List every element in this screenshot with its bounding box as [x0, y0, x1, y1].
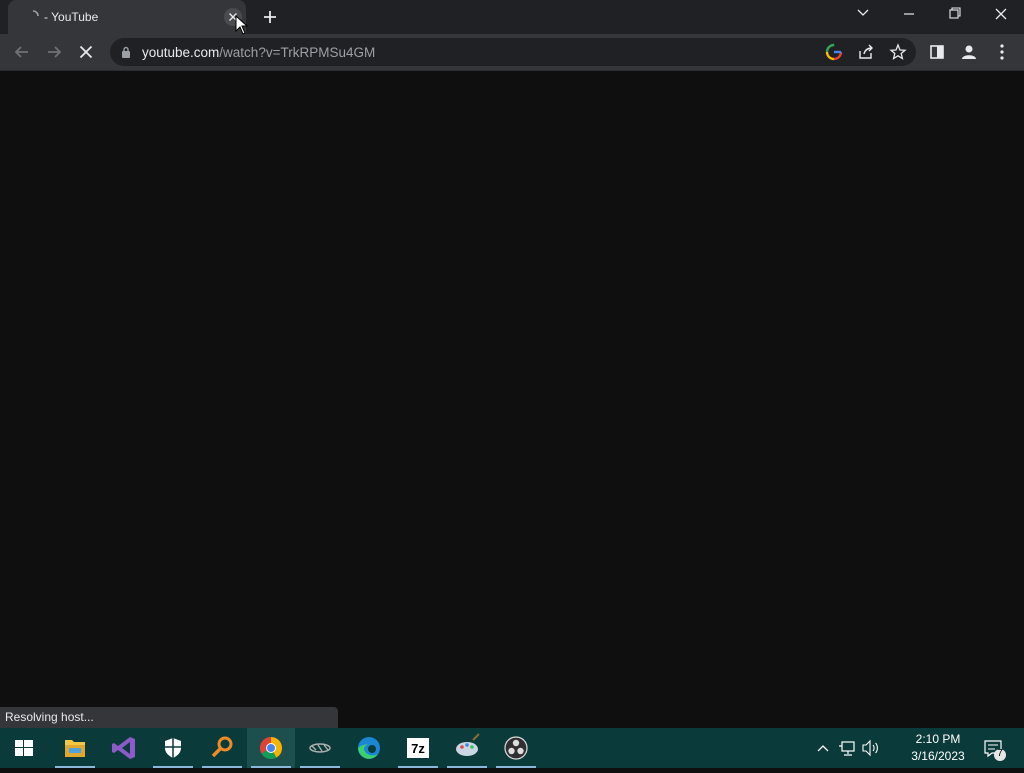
- visual-studio-icon: [112, 737, 135, 759]
- google-lens-icon[interactable]: [824, 42, 844, 62]
- url-host: youtube.com: [142, 45, 220, 60]
- page-content: [0, 71, 1024, 728]
- tab-youtube[interactable]: - YouTube: [8, 0, 246, 34]
- clock[interactable]: 2:10 PM 3/16/2023: [902, 731, 974, 765]
- taskbar-media-app[interactable]: [296, 728, 344, 768]
- url-path: /watch?v=TrkRPMSu4GM: [219, 45, 376, 60]
- notification-count-badge: 7: [997, 748, 1003, 759]
- restore-button[interactable]: [932, 0, 978, 30]
- back-button[interactable]: [11, 41, 33, 63]
- url-text[interactable]: youtube.com/watch?v=TrkRPMSu4GM: [142, 45, 375, 60]
- taskbar-security[interactable]: [149, 728, 197, 768]
- 7zip-icon: 7z: [407, 738, 429, 758]
- notifications-icon: [984, 740, 1006, 761]
- show-hidden-icons-chevron-icon[interactable]: [812, 728, 834, 768]
- taskbar-edge[interactable]: [345, 728, 393, 768]
- action-center-button[interactable]: 7: [980, 728, 1010, 768]
- taskbar-file-explorer[interactable]: [51, 728, 99, 768]
- clock-date: 3/16/2023: [911, 749, 965, 763]
- stop-loading-button[interactable]: [75, 41, 97, 63]
- taskbar-chrome[interactable]: [247, 728, 295, 768]
- windows-logo-icon: [15, 740, 33, 756]
- obs-icon: [504, 736, 528, 760]
- taskbar-search-tool[interactable]: [198, 728, 246, 768]
- volume-icon[interactable]: [859, 728, 881, 768]
- svg-text:7z: 7z: [411, 741, 425, 756]
- side-panel-button[interactable]: [926, 41, 948, 63]
- folder-icon: [65, 740, 85, 757]
- minimize-button[interactable]: [886, 0, 932, 30]
- tab-search-button[interactable]: [840, 0, 886, 30]
- profile-avatar-icon[interactable]: [958, 41, 980, 63]
- network-icon[interactable]: [836, 728, 858, 768]
- chrome-icon: [260, 737, 282, 759]
- status-bubble: Resolving host...: [0, 707, 338, 728]
- taskbar-paint-app[interactable]: [443, 728, 491, 768]
- address-bar[interactable]: youtube.com/watch?v=TrkRPMSu4GM: [110, 38, 916, 66]
- share-icon[interactable]: [856, 42, 876, 62]
- forward-button[interactable]: [43, 41, 65, 63]
- magnifier-icon: [211, 736, 233, 758]
- lock-icon[interactable]: [121, 46, 131, 58]
- tab-title: - YouTube: [44, 10, 99, 24]
- start-button[interactable]: [0, 728, 48, 768]
- menu-kebab-icon[interactable]: [991, 41, 1013, 63]
- browser-toolbar: youtube.com/watch?v=TrkRPMSu4GM: [0, 34, 1024, 71]
- taskbar-7zip[interactable]: 7z: [394, 728, 442, 768]
- loading-favicon-icon: [32, 10, 39, 17]
- windows-taskbar: 7z 2:10 PM 3/16/2023 7: [0, 728, 1024, 768]
- clock-time: 2:10 PM: [915, 732, 961, 746]
- new-tab-button[interactable]: [259, 6, 281, 28]
- mouse-cursor-icon: [235, 15, 249, 35]
- edge-icon: [358, 737, 380, 759]
- media-app-icon: [309, 743, 331, 753]
- palette-icon: [456, 733, 480, 756]
- shield-icon: [165, 738, 181, 758]
- tab-strip: - YouTube: [0, 0, 1024, 34]
- taskbar-visual-studio[interactable]: [100, 728, 148, 768]
- bookmark-star-icon[interactable]: [888, 42, 908, 62]
- taskbar-obs[interactable]: [492, 728, 540, 768]
- close-window-button[interactable]: [978, 0, 1024, 30]
